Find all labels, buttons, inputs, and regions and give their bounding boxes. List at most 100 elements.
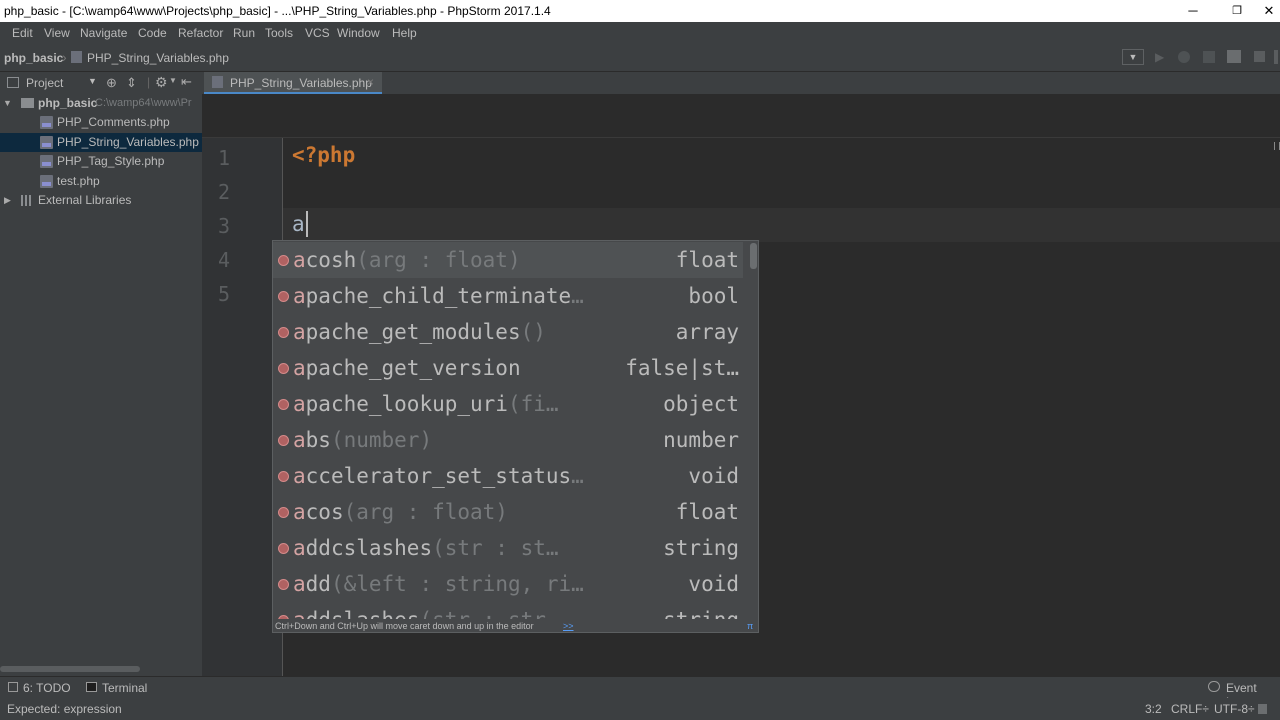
menu-edit[interactable]: Edit	[12, 26, 33, 40]
coverage-icon[interactable]	[1203, 51, 1215, 63]
editor-gutter: 1 2 3 4 5	[202, 138, 283, 676]
nav-project[interactable]: php_basic	[4, 51, 63, 65]
completion-item[interactable]: apache_get_version false|st…	[273, 350, 743, 386]
horizontal-scrollbar[interactable]	[0, 666, 140, 672]
completion-item[interactable]: apache_get_modules() array	[273, 314, 743, 350]
completion-item[interactable]: abs(number) number	[273, 422, 743, 458]
completion-item[interactable]: add(&left : string, ri… void	[273, 566, 743, 602]
php-file-icon	[40, 155, 53, 168]
tab-php-string-variables[interactable]: PHP_String_Variables.php ×	[204, 72, 382, 94]
file-label: test.php	[57, 174, 100, 188]
run-icon[interactable]: ▶	[1155, 50, 1164, 64]
match-prefix: a	[293, 284, 306, 308]
menu-vcs[interactable]: VCS	[305, 26, 330, 40]
match-prefix: a	[293, 320, 306, 344]
function-icon	[278, 363, 289, 374]
lock-icon[interactable]	[1258, 704, 1267, 714]
item-type: bool	[688, 284, 739, 308]
completion-item[interactable]: apache_lookup_uri(fi… object	[273, 386, 743, 422]
menu-navigate[interactable]: Navigate	[80, 26, 127, 40]
match-prefix: a	[293, 356, 306, 380]
tree-root[interactable]: ▼ php_basic C:\wamp64\www\Pr	[0, 94, 202, 113]
tree-file[interactable]: PHP_Tag_Style.php	[0, 152, 202, 171]
item-params: (arg : float)	[356, 248, 521, 272]
expand-icon[interactable]: ▼	[3, 94, 12, 113]
tree-file[interactable]: PHP_Comments.php	[0, 113, 202, 132]
completion-item-selected[interactable]: acosh(arg : float) float	[273, 242, 743, 278]
editor-top-strip	[202, 94, 1280, 138]
minimize-button[interactable]: ─	[1170, 0, 1216, 22]
gear-dropdown-icon[interactable]: ▼	[169, 76, 177, 85]
item-name: ccelerator_set_status	[305, 464, 572, 488]
project-toolwindow-header: Project ▼ ⊕ ⇕ | ⚙ ▼ ⇤	[0, 72, 202, 94]
completion-item[interactable]: addcslashes(str : st… string	[273, 530, 743, 566]
terminal-tool-button[interactable]: Terminal	[102, 681, 147, 695]
file-encoding[interactable]: UTF-8÷	[1214, 702, 1255, 716]
tree-file-selected[interactable]: PHP_String_Variables.php	[0, 133, 202, 152]
menu-tools[interactable]: Tools	[265, 26, 293, 40]
settings-structure-icon[interactable]	[1227, 50, 1241, 63]
close-tab-icon[interactable]: ×	[367, 75, 374, 89]
collapse-arrow-icon[interactable]: ▶	[4, 191, 11, 210]
stop-icon[interactable]	[1254, 51, 1265, 62]
completion-item[interactable]: acos(arg : float) float	[273, 494, 743, 530]
close-button[interactable]: ✕	[1258, 0, 1280, 22]
nav-file[interactable]: PHP_String_Variables.php	[87, 51, 229, 65]
locate-icon[interactable]: ⊕	[106, 75, 117, 91]
project-view-title[interactable]: Project	[26, 76, 63, 90]
item-type: string	[663, 536, 739, 560]
folder-icon	[21, 98, 34, 108]
function-icon	[278, 399, 289, 410]
collapse-icon[interactable]: ⇕	[126, 75, 137, 91]
line-number: 3	[217, 214, 230, 238]
item-type: void	[688, 572, 739, 596]
completion-item[interactable]: apache_child_terminate… bool	[273, 278, 743, 314]
hide-panel-icon[interactable]: ⇤	[181, 74, 192, 90]
completion-item[interactable]: accelerator_set_status… void	[273, 458, 743, 494]
item-params: (arg : float)	[343, 500, 508, 524]
function-icon	[278, 471, 289, 482]
menu-run[interactable]: Run	[233, 26, 255, 40]
maximize-button[interactable]: ❐	[1214, 0, 1260, 22]
item-name: dd	[305, 572, 331, 596]
caret-position[interactable]: 3:2	[1145, 702, 1162, 716]
gear-icon[interactable]: ⚙	[155, 74, 168, 91]
todo-icon	[8, 682, 18, 692]
menu-code[interactable]: Code	[138, 26, 167, 40]
error-stripe-marker	[1274, 142, 1280, 150]
item-params: (&left : string, ri…	[330, 572, 584, 596]
completion-scrollbar[interactable]	[750, 243, 757, 269]
function-icon	[278, 579, 289, 590]
todo-tool-button[interactable]: 6: TODO	[23, 681, 71, 695]
line-separator[interactable]: CRLF÷	[1171, 702, 1209, 716]
menu-view[interactable]: View	[44, 26, 70, 40]
menu-help[interactable]: Help	[392, 26, 417, 40]
view-dropdown-icon[interactable]: ▼	[88, 76, 97, 86]
tree-external-libraries[interactable]: ▶ External Libraries	[0, 191, 202, 210]
function-icon	[278, 291, 289, 302]
file-label: PHP_String_Variables.php	[57, 135, 199, 149]
item-type: number	[663, 428, 739, 452]
tree-file[interactable]: test.php	[0, 172, 202, 191]
debug-icon[interactable]	[1178, 51, 1190, 63]
php-file-icon	[71, 51, 82, 63]
chevron-right-icon: ›	[62, 49, 67, 65]
completion-hint-link[interactable]: >>	[563, 619, 574, 632]
pin-icon[interactable]: π	[747, 619, 753, 632]
bottom-tool-bar: 6: TODO Terminal Event Log	[0, 676, 1280, 709]
project-view-icon	[7, 77, 19, 88]
php-file-icon	[212, 76, 223, 88]
project-panel: ▼ php_basic C:\wamp64\www\Pr PHP_Comment…	[0, 94, 224, 676]
item-name: bs	[305, 428, 331, 452]
item-params: (fi…	[507, 392, 559, 416]
php-file-icon	[40, 116, 53, 129]
menu-window[interactable]: Window	[337, 26, 380, 40]
run-config-dropdown[interactable]: ▼	[1122, 49, 1144, 65]
terminal-icon	[86, 682, 97, 692]
item-type: float	[675, 500, 739, 524]
navigation-bar: php_basic › PHP_String_Variables.php ▼ ▶	[0, 44, 1280, 72]
function-icon	[278, 543, 289, 554]
item-name: ddcslashes	[305, 536, 433, 560]
php-file-icon	[40, 175, 53, 188]
menu-refactor[interactable]: Refactor	[178, 26, 223, 40]
